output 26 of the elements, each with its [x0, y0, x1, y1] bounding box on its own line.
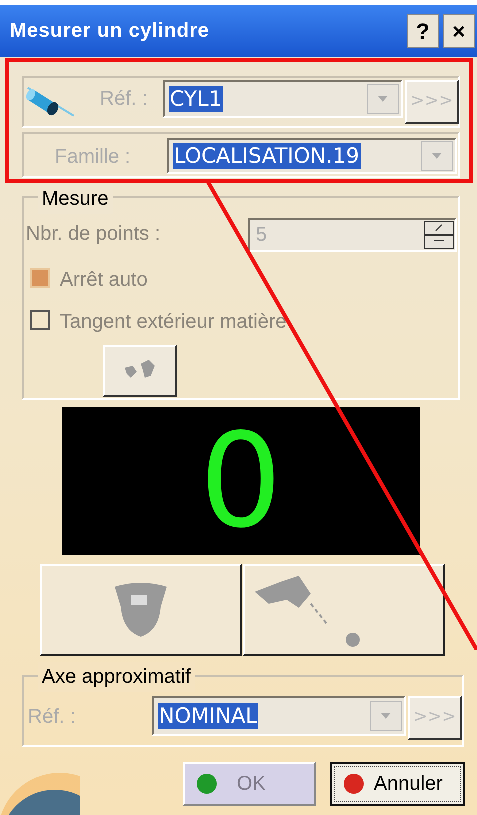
- spin-arrows-icon[interactable]: [424, 221, 454, 249]
- window-title: Mesurer un cylindre: [10, 19, 210, 44]
- help-button[interactable]: ?: [407, 14, 439, 48]
- reference-label: Réf. :: [100, 87, 148, 112]
- caret-icon: [381, 713, 391, 719]
- selected-text: LOCALISATION.19: [173, 143, 361, 169]
- checkbox-label: Tangent extérieur matière: [60, 310, 287, 335]
- selected-text: CYL1: [169, 86, 224, 112]
- cancel-button[interactable]: Annuler: [330, 762, 465, 806]
- caret-icon: [378, 96, 388, 102]
- axis-label: Réf. :: [28, 705, 76, 730]
- probe-arm-button[interactable]: [243, 564, 445, 656]
- probe-button[interactable]: [40, 564, 242, 656]
- reference-combo[interactable]: CYL1: [163, 80, 403, 118]
- selected-text: NOMINAL: [158, 703, 258, 729]
- caret-icon: [432, 153, 442, 159]
- counter-value: 0: [200, 416, 282, 546]
- close-button[interactable]: ×: [443, 14, 475, 48]
- measure-tool-button[interactable]: [103, 345, 177, 397]
- checkbox-label: Arrêt auto: [60, 268, 148, 293]
- family-label: Famille :: [55, 145, 131, 170]
- checkbox[interactable]: [30, 310, 50, 330]
- axis-combo[interactable]: NOMINAL: [152, 696, 406, 736]
- points-label: Nbr. de points :: [26, 222, 161, 247]
- points-value: 5: [256, 223, 268, 248]
- family-combo[interactable]: LOCALISATION.19: [167, 138, 457, 174]
